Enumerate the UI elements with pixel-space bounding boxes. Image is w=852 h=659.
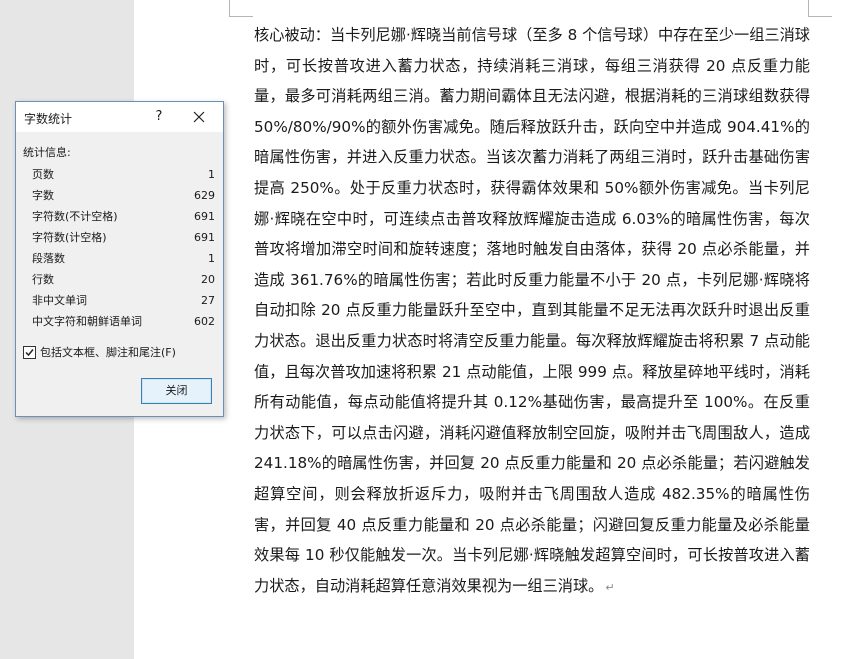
close-icon[interactable] xyxy=(188,106,210,128)
include-textboxes-label: 包括文本框、脚注和尾注(F) xyxy=(40,346,176,359)
crop-mark-top-left xyxy=(229,0,230,16)
stat-row-chars-no-spaces: 字符数(不计空格) 691 xyxy=(32,207,215,227)
stat-value: 1 xyxy=(208,252,215,265)
stat-value: 1 xyxy=(208,168,215,181)
help-button[interactable]: ? xyxy=(149,106,169,128)
include-textboxes-option[interactable]: 包括文本框、脚注和尾注(F) xyxy=(23,344,176,360)
stat-label: 行数 xyxy=(32,273,54,286)
stat-label: 页数 xyxy=(32,168,54,181)
stat-value: 691 xyxy=(194,210,215,223)
crop-mark-top-right xyxy=(808,0,809,16)
stat-row-paragraphs: 段落数 1 xyxy=(32,249,215,269)
stat-label: 中文字符和朝鲜语单词 xyxy=(32,315,142,328)
crop-mark-top-right-h xyxy=(808,16,832,17)
crop-mark-top-left-h xyxy=(229,16,253,17)
stat-row-cjk-chars: 中文字符和朝鲜语单词 602 xyxy=(32,312,215,332)
paragraph-mark: ↵ xyxy=(605,580,615,594)
stat-label: 非中文单词 xyxy=(32,294,87,307)
include-textboxes-checkbox[interactable] xyxy=(23,345,36,359)
stat-row-chars-with-spaces: 字符数(计空格) 691 xyxy=(32,228,215,248)
document-body-text[interactable]: 核心被动：当卡列尼娜·辉晓当前信号球（至多 8 个信号球）中存在至少一组三消球时… xyxy=(254,20,810,603)
close-button[interactable]: 关闭 xyxy=(141,378,212,404)
stat-row-words: 字数 629 xyxy=(32,186,215,206)
dialog-titlebar[interactable]: 字数统计 ? xyxy=(16,102,223,132)
stat-value: 20 xyxy=(201,273,215,286)
paragraph-text: 核心被动：当卡列尼娜·辉晓当前信号球（至多 8 个信号球）中存在至少一组三消球时… xyxy=(254,26,810,595)
stat-label: 字符数(不计空格) xyxy=(32,210,118,223)
stat-value: 691 xyxy=(194,231,215,244)
stat-row-lines: 行数 20 xyxy=(32,270,215,290)
stat-label: 字符数(计空格) xyxy=(32,231,107,244)
statistics-label: 统计信息: xyxy=(23,146,71,159)
stat-label: 段落数 xyxy=(32,252,65,265)
stat-value: 27 xyxy=(201,294,215,307)
stat-value: 629 xyxy=(194,189,215,202)
stat-value: 602 xyxy=(194,315,215,328)
stat-row-pages: 页数 1 xyxy=(32,165,215,185)
stat-row-non-chinese-words: 非中文单词 27 xyxy=(32,291,215,311)
word-count-dialog: 字数统计 ? 统计信息: 页数 1 字数 629 字符数(不计空格) 691 字… xyxy=(15,101,224,417)
checkmark-icon xyxy=(25,348,34,356)
dialog-title: 字数统计 xyxy=(24,112,73,126)
stat-label: 字数 xyxy=(32,189,54,202)
